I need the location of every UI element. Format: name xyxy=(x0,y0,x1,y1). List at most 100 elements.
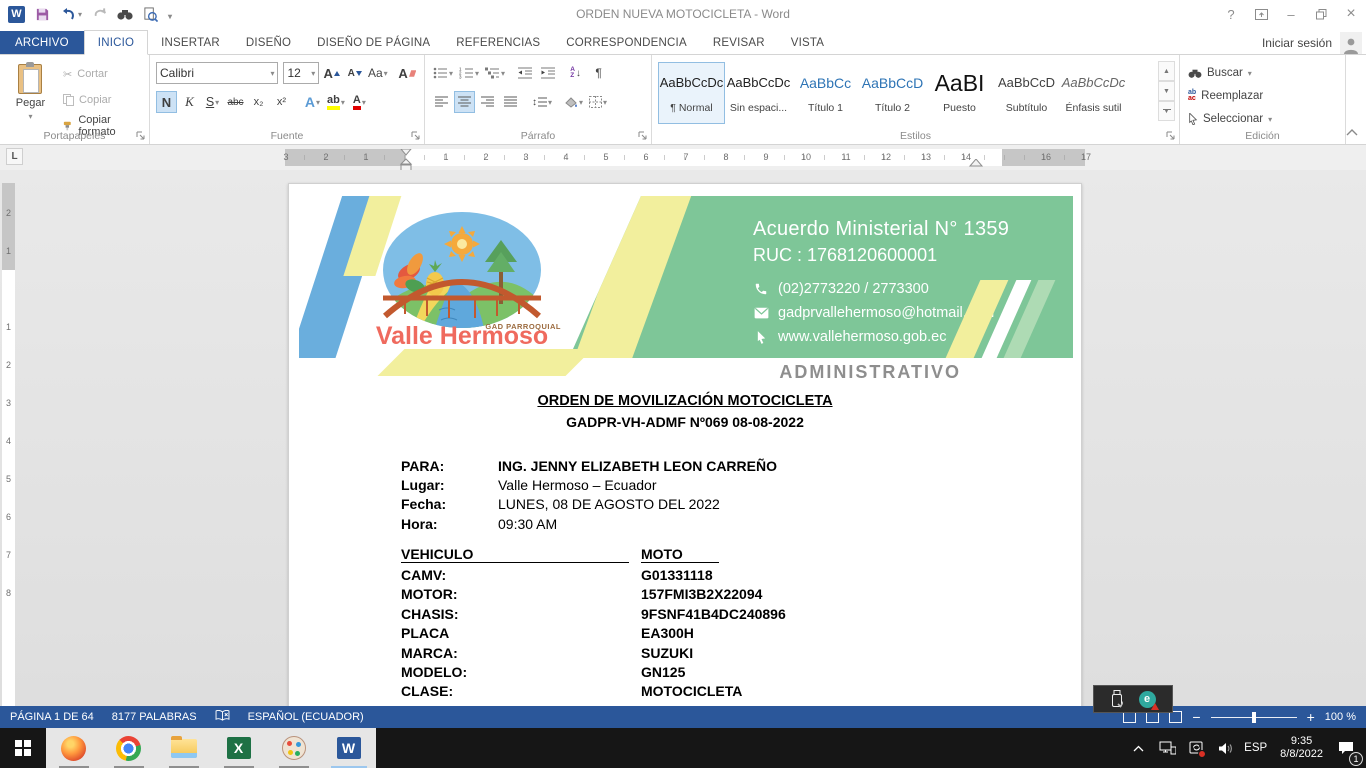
grow-font-button[interactable]: A xyxy=(321,62,342,84)
style-titulo-1[interactable]: AaBbCcTítulo 1 xyxy=(792,62,859,124)
help-button[interactable]: ? xyxy=(1216,0,1246,28)
underline-button[interactable]: S▾ xyxy=(202,91,223,113)
italic-button[interactable]: K xyxy=(179,91,200,113)
line-spacing-button[interactable]: ↕▾ xyxy=(530,91,554,113)
horizontal-ruler[interactable]: 321 1234567891011121314 1617 xyxy=(285,149,1085,166)
taskbar-paint[interactable] xyxy=(266,728,321,768)
zoom-in-button[interactable]: + xyxy=(1307,712,1315,722)
tab-diseno-pagina[interactable]: DISEÑO DE PÁGINA xyxy=(304,31,443,54)
bullets-button[interactable]: ▾ xyxy=(431,62,455,84)
align-right-button[interactable] xyxy=(477,91,498,113)
clear-formatting-button[interactable]: A xyxy=(396,62,418,84)
tab-correspondencia[interactable]: CORRESPONDENCIA xyxy=(553,31,700,54)
font-size-combo[interactable]: 12▾ xyxy=(283,62,319,84)
collapse-ribbon-button[interactable] xyxy=(1346,129,1358,136)
sort-button[interactable]: AZ↓ xyxy=(565,62,586,84)
paste-dropdown-icon[interactable]: ▾ xyxy=(28,112,32,121)
tab-diseno[interactable]: DISEÑO xyxy=(233,31,304,54)
styles-more-button[interactable]: ▼ xyxy=(1158,101,1175,121)
taskbar-firefox[interactable] xyxy=(46,728,101,768)
tab-inicio[interactable]: INICIO xyxy=(84,30,148,55)
copy-button[interactable]: Copiar xyxy=(61,89,143,111)
zoom-out-button[interactable]: − xyxy=(1192,712,1200,722)
redo-button[interactable] xyxy=(92,7,107,21)
clipboard-dialog-launcher[interactable] xyxy=(136,131,146,141)
style-normal[interactable]: AaBbCcDc¶ Normal xyxy=(658,62,725,124)
style-subtitulo[interactable]: AaBbCcDSubtítulo xyxy=(993,62,1060,124)
minimize-button[interactable]: – xyxy=(1276,0,1306,28)
style-puesto[interactable]: AaBIPuesto xyxy=(926,62,993,124)
page-indicator[interactable]: PÁGINA 1 DE 64 xyxy=(10,711,94,723)
find-button-qat[interactable] xyxy=(117,8,133,21)
undo-button[interactable]: ▾ xyxy=(60,7,82,21)
tab-vista[interactable]: VISTA xyxy=(778,31,837,54)
styles-scroll-up-button[interactable]: ▲ xyxy=(1158,61,1175,81)
tab-referencias[interactable]: REFERENCIAS xyxy=(443,31,553,54)
style-enfasis-sutil[interactable]: AaBbCcDcÉnfasis sutil xyxy=(1060,62,1127,124)
language-indicator[interactable]: ESPAÑOL (ECUADOR) xyxy=(248,711,364,723)
close-button[interactable]: × xyxy=(1336,0,1366,28)
superscript-button[interactable]: x² xyxy=(271,91,292,113)
qat-customize-button[interactable]: ▾ xyxy=(168,6,172,22)
align-center-button[interactable] xyxy=(454,91,475,113)
justify-button[interactable] xyxy=(500,91,521,113)
subscript-button[interactable]: x₂ xyxy=(248,91,269,113)
clock[interactable]: 9:35 8/8/2022 xyxy=(1276,735,1327,761)
right-indent-marker[interactable] xyxy=(969,159,983,167)
ribbon-display-options-button[interactable] xyxy=(1246,0,1276,28)
word-app-icon[interactable]: W xyxy=(8,6,25,23)
tab-archivo[interactable]: ARCHIVO xyxy=(0,31,84,54)
sync-notification-icon[interactable] xyxy=(1186,734,1206,762)
change-case-button[interactable]: Aa▾ xyxy=(367,62,388,84)
borders-button[interactable]: ▾ xyxy=(587,91,609,113)
usb-drive-icon[interactable] xyxy=(1111,690,1123,708)
save-button[interactable] xyxy=(35,7,50,22)
vertical-ruler[interactable]: 21 12345678 xyxy=(2,183,15,706)
multilevel-list-button[interactable]: ▾ xyxy=(483,62,507,84)
cut-button[interactable]: ✂ Cortar xyxy=(61,63,143,85)
user-avatar-icon[interactable] xyxy=(1340,32,1362,54)
tab-insertar[interactable]: INSERTAR xyxy=(148,31,233,54)
style-titulo-2[interactable]: AaBbCcDTítulo 2 xyxy=(859,62,926,124)
shading-button[interactable]: ▾ xyxy=(562,91,585,113)
strikethrough-button[interactable]: abc xyxy=(225,91,246,113)
highlight-button[interactable]: ab▾ xyxy=(325,91,347,113)
find-button[interactable]: Buscar▾ xyxy=(1188,63,1339,83)
volume-icon[interactable] xyxy=(1215,734,1235,762)
text-effects-button[interactable]: A▾ xyxy=(302,91,323,113)
replace-button[interactable]: abac Reemplazar xyxy=(1188,86,1339,106)
start-button[interactable] xyxy=(0,728,46,768)
tab-revisar[interactable]: REVISAR xyxy=(700,31,778,54)
select-button[interactable]: Seleccionar▾ xyxy=(1188,109,1339,129)
taskbar-chrome[interactable] xyxy=(101,728,156,768)
keyboard-language[interactable]: ESP xyxy=(1244,742,1267,754)
styles-dialog-launcher[interactable] xyxy=(1166,131,1176,141)
word-count[interactable]: 8177 PALABRAS xyxy=(112,711,197,723)
network-icon[interactable] xyxy=(1157,734,1177,762)
increase-indent-button[interactable] xyxy=(537,62,558,84)
style-sin-espaciado[interactable]: AaBbCcDcSin espaci... xyxy=(725,62,792,124)
show-hidden-icons-button[interactable] xyxy=(1128,734,1148,762)
numbering-button[interactable]: 123▾ xyxy=(457,62,481,84)
align-left-button[interactable] xyxy=(431,91,452,113)
taskbar-file-explorer[interactable] xyxy=(156,728,211,768)
sign-in[interactable]: Iniciar sesión xyxy=(1262,32,1366,54)
tab-stop-selector[interactable]: L xyxy=(6,148,23,165)
decrease-indent-button[interactable] xyxy=(514,62,535,84)
font-color-button[interactable]: A▾ xyxy=(349,91,370,113)
document-page[interactable]: Valle Hermoso GAD PARROQUIAL Acuerdo Min… xyxy=(288,183,1082,706)
taskbar-excel[interactable]: X xyxy=(211,728,266,768)
proofing-status[interactable] xyxy=(215,710,230,725)
zoom-slider-thumb[interactable] xyxy=(1252,712,1256,723)
taskbar-word[interactable]: W xyxy=(321,728,376,768)
eset-antivirus-icon[interactable]: e xyxy=(1139,691,1156,708)
styles-scroll-down-button[interactable]: ▼ xyxy=(1158,81,1175,101)
zoom-slider[interactable] xyxy=(1211,717,1297,718)
undo-dropdown-icon[interactable]: ▾ xyxy=(78,10,82,19)
show-marks-button[interactable]: ¶ xyxy=(588,62,609,84)
print-preview-button[interactable] xyxy=(143,7,158,22)
shrink-font-button[interactable]: A xyxy=(344,62,365,84)
action-center-button[interactable]: 1 xyxy=(1336,734,1356,762)
paste-button[interactable]: Pegar ▾ xyxy=(6,60,55,128)
restore-button[interactable] xyxy=(1306,0,1336,28)
